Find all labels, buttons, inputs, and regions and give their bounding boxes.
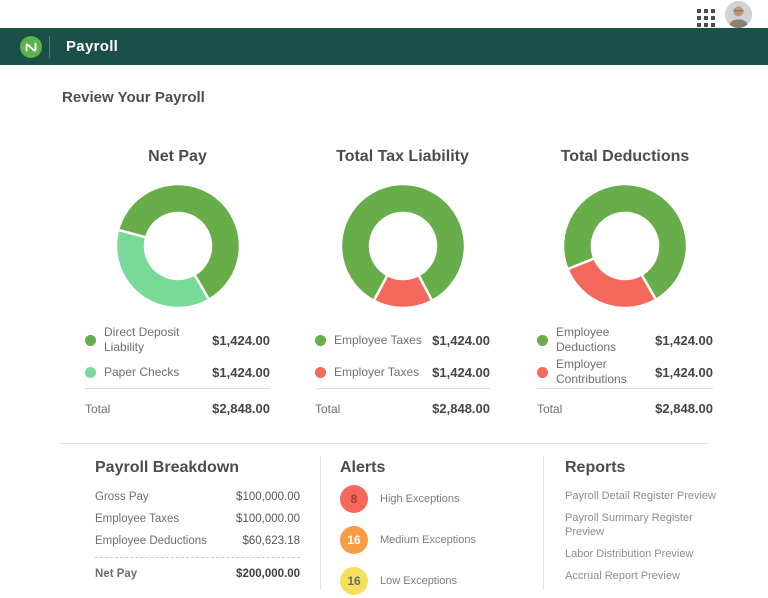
legend-item: Employer Taxes $1,424.00 [315,356,490,388]
legend-total-row: Total $2,848.00 [315,388,490,416]
report-link-labor-distribution[interactable]: Labor Distribution Preview [565,547,730,561]
panel-divider [320,456,321,590]
breakdown-row: Employee Taxes $100,000.00 [95,513,300,525]
legend-value: $1,424.00 [432,332,490,348]
panel-title: Payroll Breakdown [95,459,240,476]
legend-color-dot [537,334,548,346]
app-header-bar: Payroll [0,28,768,65]
breakdown-label: Gross Pay [95,491,149,503]
legend-value: $1,424.00 [655,364,713,380]
panel-title: Alerts [340,459,386,476]
netchex-logo-icon [20,35,42,58]
legend-label: Direct Deposit Liability [104,325,180,354]
net-pay-legend: Direct Deposit Liability $1,424.00 Paper… [85,324,270,416]
legend-value: $1,424.00 [212,364,270,380]
tax-liability-legend: Employee Taxes $1,424.00 Employer Taxes … [315,324,490,416]
total-value: $2,848.00 [212,401,270,416]
legend-label: Employee Deductions [556,325,617,354]
chart-title: Total Tax Liability [336,148,469,165]
alert-high-exceptions[interactable]: 8 High Exceptions [340,485,530,513]
breakdown-label: Employee Taxes [95,513,180,525]
page-title: Review Your Payroll [62,89,205,106]
legend-label: Employer Taxes [334,364,420,379]
total-label: Total [537,402,563,416]
alert-label: Medium Exceptions [380,534,476,546]
legend-item: Paper Checks $1,424.00 [85,356,270,388]
report-link-payroll-detail[interactable]: Payroll Detail Register Preview [565,489,730,503]
net-pay-chart-card: Net Pay Direct Deposit Liability $1,424.… [85,148,270,416]
total-label: Total [315,402,341,416]
legend-item: Employee Taxes $1,424.00 [315,324,490,356]
breakdown-row: Gross Pay $100,000.00 [95,491,300,503]
legend-total-row: Total $2,848.00 [537,388,713,416]
legend-color-dot [315,366,326,378]
breakdown-value: $100,000.00 [236,513,300,525]
panel-divider [543,456,544,590]
total-label: Total [85,402,111,416]
alert-label: High Exceptions [380,493,460,505]
legend-value: $1,424.00 [655,332,713,348]
alert-count-badge: 8 [340,485,368,513]
deductions-chart-card: Total Deductions Employee Deductions $1,… [537,148,713,416]
breakdown-value: $100,000.00 [236,491,300,503]
reports-panel: Reports Payroll Detail Register Preview … [565,459,730,591]
legend-color-dot [537,366,548,378]
breakdown-value: $60,623.18 [242,535,300,547]
panel-title: Reports [565,459,626,476]
deductions-donut-chart [561,182,689,310]
legend-total-row: Total $2,848.00 [85,388,270,416]
legend-item: Employee Deductions $1,424.00 [537,324,713,356]
apps-grid-icon[interactable] [697,9,715,27]
legend-label: Employee Taxes [334,332,422,347]
tax-liability-donut-chart [339,182,466,310]
section-divider [60,443,708,444]
breakdown-row: Employee Deductions $60,623.18 [95,535,300,547]
alert-count-badge: 16 [340,567,368,595]
legend-value: $1,424.00 [432,364,490,380]
breakdown-total-label: Net Pay [95,568,138,580]
tax-liability-chart-card: Total Tax Liability Employee Taxes $1,42… [315,148,490,416]
net-pay-donut-chart [114,182,241,310]
chart-title: Total Deductions [560,148,690,165]
legend-label: Paper Checks [104,364,180,379]
breakdown-total-row: Net Pay $200,000.00 [95,558,300,580]
legend-item: Employer Contributions $1,424.00 [537,356,713,388]
alert-count-badge: 16 [340,526,368,554]
legend-item: Direct Deposit Liability $1,424.00 [85,324,270,356]
alert-low-exceptions[interactable]: 16 Low Exceptions [340,567,530,595]
breakdown-label: Employee Deductions [95,535,207,547]
report-link-accrual[interactable]: Accrual Report Preview [565,569,730,583]
legend-color-dot [85,366,96,378]
payroll-dashboard: Payroll Review Your Payroll Net Pay Dire… [0,0,768,598]
legend-color-dot [85,334,96,346]
top-utility-bar [0,0,768,28]
avatar-photo [725,1,752,28]
chart-title: Net Pay [148,148,207,165]
header-divider [49,35,50,58]
alerts-panel: Alerts 8 High Exceptions 16 Medium Excep… [340,459,530,598]
payroll-breakdown-panel: Payroll Breakdown Gross Pay $100,000.00 … [95,459,300,580]
legend-value: $1,424.00 [212,332,270,348]
user-avatar[interactable] [725,1,752,28]
alert-medium-exceptions[interactable]: 16 Medium Exceptions [340,526,530,554]
legend-color-dot [315,334,326,346]
breakdown-total-value: $200,000.00 [236,568,300,580]
report-link-payroll-summary[interactable]: Payroll Summary Register Preview [565,511,730,539]
deductions-legend: Employee Deductions $1,424.00 Employer C… [537,324,713,416]
total-value: $2,848.00 [432,401,490,416]
alert-label: Low Exceptions [380,575,458,587]
legend-label: Employer Contributions [556,357,627,386]
total-value: $2,848.00 [655,401,713,416]
app-title: Payroll [66,38,119,55]
